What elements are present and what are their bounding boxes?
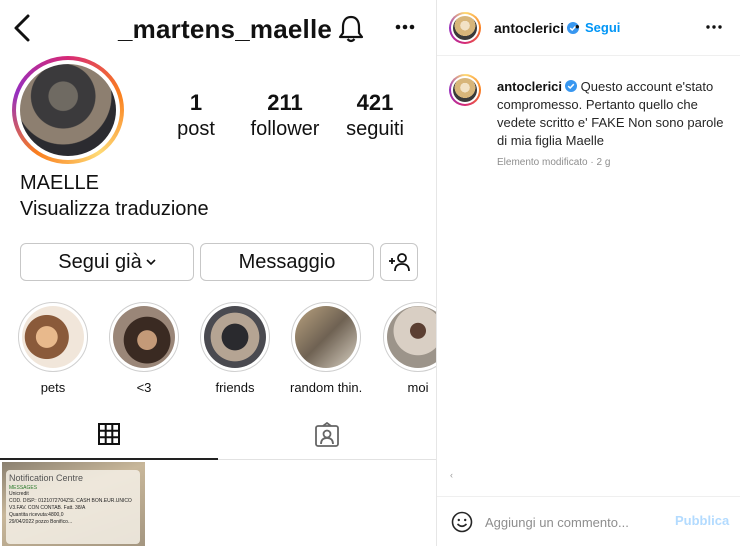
highlight-cover [22,306,84,368]
message-button[interactable]: Messaggio [200,243,374,281]
tab-posts-grid[interactable] [0,410,218,460]
posts-count: 1 [189,90,203,115]
notification-line: 29/04/2022 pozzo Bonifico... [9,519,73,525]
followers-count: 211 [267,90,303,115]
stray-mark: ‹ [450,470,453,480]
follow-button[interactable]: Segui [585,20,620,35]
profile-tabs [0,410,436,460]
highlight-label: random thin... [290,380,362,395]
story-highlight[interactable]: friends [199,302,271,395]
publish-button[interactable]: Pubblica [675,513,729,528]
author-username[interactable]: antoclerici [494,20,580,36]
post-header: antoclerici • Segui [437,0,740,56]
profile-photo [20,64,116,156]
highlight-cover [387,306,436,368]
post-caption: antoclerici Questo account e'stato compr… [497,78,729,150]
highlight-label: moi [407,380,429,395]
story-highlight[interactable]: random thin... [290,302,362,395]
chevron-down-icon [146,259,156,266]
caption-author-avatar[interactable] [449,74,481,106]
comment-bar: Pubblica [437,496,740,546]
translate-link[interactable]: Visualizza traduzione [20,198,209,221]
notification-card: Notification Centre MESSAGES Unicredit C… [6,470,140,544]
following-count: 421 [356,90,394,115]
highlight-cover [113,306,175,368]
more-options-icon[interactable] [394,20,416,34]
caption-username[interactable]: antoclerici [497,79,562,94]
bell-icon[interactable] [338,14,364,44]
tab-tagged[interactable] [218,410,436,460]
notification-line: Unicredit [9,491,29,497]
message-button-label: Messaggio [238,250,336,273]
post-thumbnail[interactable]: Notification Centre MESSAGES Unicredit C… [2,462,145,546]
edited-timestamp: Elemento modificato · 2 g [497,157,611,168]
comment-input[interactable] [485,509,665,535]
grid-icon [98,423,120,445]
notification-line: Quantita ricevuta:4800,0 [9,512,64,518]
profile-screenshot: _martens_maelle 1 post 211 follower 421 … [0,0,436,546]
highlight-label: pets [40,380,66,395]
post-panel: antoclerici • Segui antoclerici Questo a… [437,0,740,546]
more-options-icon[interactable] [705,22,723,32]
story-highlight[interactable]: <3 [108,302,180,395]
profile-username: _martens_maelle [118,14,333,44]
highlight-label: <3 [136,380,152,395]
author-avatar[interactable] [449,12,481,44]
highlight-cover [204,306,266,368]
story-highlight[interactable]: pets [17,302,89,395]
notification-line: V3.FAV. CON CONTAB. Fatt. 38/A [9,505,86,511]
profile-name: MAELLE [20,172,99,194]
profile-avatar[interactable] [12,56,124,164]
author-name: antoclerici [494,20,565,36]
highlight-cover [295,306,357,368]
add-user-icon [389,253,410,272]
following-button-label: Segui già [58,250,142,273]
back-arrow-icon[interactable] [8,12,36,44]
add-user-button[interactable] [380,243,418,281]
following-button[interactable]: Segui già [20,243,194,281]
following-label: seguiti [346,118,404,140]
tagged-user-icon [315,422,339,447]
posts-label: post [177,118,215,140]
notification-line: COD. DISP.: 0121072704ZSL CASH BON.EUR.U… [9,498,132,504]
followers-stat[interactable]: 211 follower [240,90,330,141]
emoji-icon[interactable] [451,511,473,533]
followers-label: follower [250,118,320,140]
separator-dot: • [575,19,580,34]
story-highlight[interactable]: moi [382,302,436,395]
highlight-label: friends [215,380,255,395]
notification-title: Notification Centre [9,473,84,483]
posts-stat: 1 post [170,90,222,141]
following-stat[interactable]: 421 seguiti [338,90,412,141]
verified-badge-icon [565,80,578,92]
